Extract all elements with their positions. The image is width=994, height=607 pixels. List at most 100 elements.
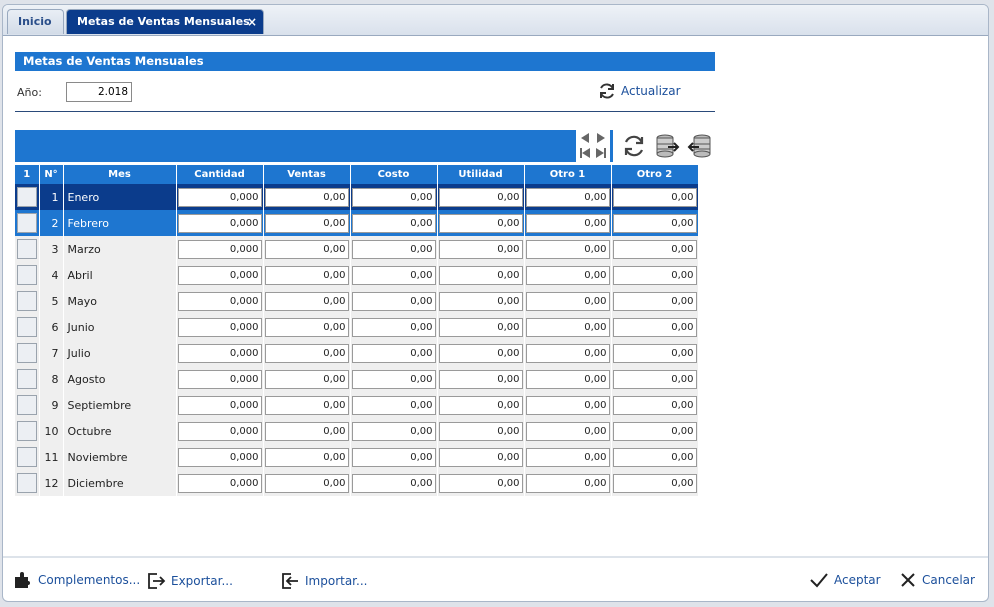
cantidad-input[interactable]: 0,000 [177,317,262,337]
otro1-input[interactable]: 0,00 [525,187,610,207]
tab-inicio[interactable]: Inicio [7,9,64,34]
ventas-input[interactable]: 0,00 [264,369,349,389]
first-page-icon[interactable] [580,148,590,158]
utilidad-input[interactable]: 0,00 [438,473,523,493]
utilidad-input[interactable]: 0,00 [438,369,523,389]
otro1-input[interactable]: 0,00 [525,421,610,441]
column-header[interactable]: Mes [63,165,177,184]
costo-input[interactable]: 0,00 [351,447,436,467]
otro2-input[interactable]: 0,00 [612,447,697,467]
cantidad-input[interactable]: 0,000 [177,395,262,415]
costo-input[interactable]: 0,00 [351,395,436,415]
table-row[interactable]: 8 Agosto 0,000 0,00 0,00 0,00 0,00 0,00 [15,366,699,392]
database-export-icon[interactable] [654,133,680,159]
year-input[interactable] [66,82,132,102]
costo-input[interactable]: 0,00 [351,239,436,259]
otro1-input[interactable]: 0,00 [525,343,610,363]
cantidad-input[interactable]: 0,000 [177,421,262,441]
utilidad-input[interactable]: 0,00 [438,265,523,285]
row-selector[interactable] [16,317,37,337]
cantidad-input[interactable]: 0,000 [177,343,262,363]
table-row[interactable]: 2 Febrero 0,000 0,00 0,00 0,00 0,00 0,00 [15,210,699,236]
otro2-input[interactable]: 0,00 [612,213,697,233]
ventas-input[interactable]: 0,00 [264,343,349,363]
ventas-input[interactable]: 0,00 [264,447,349,467]
row-selector[interactable] [16,421,37,441]
cantidad-input[interactable]: 0,000 [177,291,262,311]
utilidad-input[interactable]: 0,00 [438,343,523,363]
cancelar-button[interactable]: Cancelar [899,571,975,589]
ventas-input[interactable]: 0,00 [264,187,349,207]
otro1-input[interactable]: 0,00 [525,265,610,285]
otro1-input[interactable]: 0,00 [525,395,610,415]
costo-input[interactable]: 0,00 [351,473,436,493]
otro1-input[interactable]: 0,00 [525,317,610,337]
table-row[interactable]: 9 Septiembre 0,000 0,00 0,00 0,00 0,00 0,00 [15,392,699,418]
costo-input[interactable]: 0,00 [351,291,436,311]
otro2-input[interactable]: 0,00 [612,343,697,363]
ventas-input[interactable]: 0,00 [264,239,349,259]
otro2-input[interactable]: 0,00 [612,187,697,207]
row-selector[interactable] [16,187,37,207]
cantidad-input[interactable]: 0,000 [177,447,262,467]
utilidad-input[interactable]: 0,00 [438,421,523,441]
column-header[interactable]: 1 [15,165,40,184]
utilidad-input[interactable]: 0,00 [438,447,523,467]
ventas-input[interactable]: 0,00 [264,213,349,233]
actualizar-button[interactable]: Actualizar [597,81,681,101]
utilidad-input[interactable]: 0,00 [438,317,523,337]
row-selector[interactable] [16,239,37,259]
costo-input[interactable]: 0,00 [351,343,436,363]
prev-page-icon[interactable] [581,133,589,143]
table-row[interactable]: 6 Junio 0,000 0,00 0,00 0,00 0,00 0,00 [15,314,699,340]
otro2-input[interactable]: 0,00 [612,421,697,441]
ventas-input[interactable]: 0,00 [264,395,349,415]
table-row[interactable]: 11 Noviembre 0,000 0,00 0,00 0,00 0,00 0,00 [15,444,699,470]
row-selector[interactable] [16,395,37,415]
otro1-input[interactable]: 0,00 [525,239,610,259]
table-row[interactable]: 7 Julio 0,000 0,00 0,00 0,00 0,00 0,00 [15,340,699,366]
row-selector[interactable] [16,265,37,285]
cantidad-input[interactable]: 0,000 [177,187,262,207]
ventas-input[interactable]: 0,00 [264,265,349,285]
table-row[interactable]: 4 Abril 0,000 0,00 0,00 0,00 0,00 0,00 [15,262,699,288]
column-header[interactable]: Otro 1 [524,165,612,184]
column-header[interactable]: N° [39,165,64,184]
table-row[interactable]: 3 Marzo 0,000 0,00 0,00 0,00 0,00 0,00 [15,236,699,262]
refresh-icon[interactable] [621,133,647,159]
column-header[interactable]: Otro 2 [611,165,699,184]
costo-input[interactable]: 0,00 [351,421,436,441]
otro2-input[interactable]: 0,00 [612,473,697,493]
database-import-icon[interactable] [687,133,713,159]
costo-input[interactable]: 0,00 [351,317,436,337]
close-tab-icon[interactable]: × [247,10,257,34]
utilidad-input[interactable]: 0,00 [438,395,523,415]
otro2-input[interactable]: 0,00 [612,395,697,415]
row-selector[interactable] [16,291,37,311]
row-selector[interactable] [16,369,37,389]
cantidad-input[interactable]: 0,000 [177,473,262,493]
column-header[interactable]: Cantidad [176,165,264,184]
complementos-button[interactable]: Complementos... [13,571,140,589]
tab-metas-ventas[interactable]: Metas de Ventas Mensuales × [66,9,264,34]
column-header[interactable]: Costo [350,165,438,184]
table-row[interactable]: 1 Enero 0,000 0,00 0,00 0,00 0,00 0,00 [15,184,699,210]
otro2-input[interactable]: 0,00 [612,265,697,285]
otro1-input[interactable]: 0,00 [525,473,610,493]
aceptar-button[interactable]: Aceptar [809,571,881,589]
cantidad-input[interactable]: 0,000 [177,213,262,233]
column-header[interactable]: Utilidad [437,165,525,184]
cantidad-input[interactable]: 0,000 [177,265,262,285]
utilidad-input[interactable]: 0,00 [438,239,523,259]
ventas-input[interactable]: 0,00 [264,473,349,493]
row-selector[interactable] [16,447,37,467]
ventas-input[interactable]: 0,00 [264,317,349,337]
costo-input[interactable]: 0,00 [351,187,436,207]
table-row[interactable]: 10 Octubre 0,000 0,00 0,00 0,00 0,00 0,00 [15,418,699,444]
exportar-button[interactable]: Exportar... [146,571,233,591]
costo-input[interactable]: 0,00 [351,265,436,285]
otro2-input[interactable]: 0,00 [612,239,697,259]
otro1-input[interactable]: 0,00 [525,369,610,389]
costo-input[interactable]: 0,00 [351,213,436,233]
utilidad-input[interactable]: 0,00 [438,187,523,207]
